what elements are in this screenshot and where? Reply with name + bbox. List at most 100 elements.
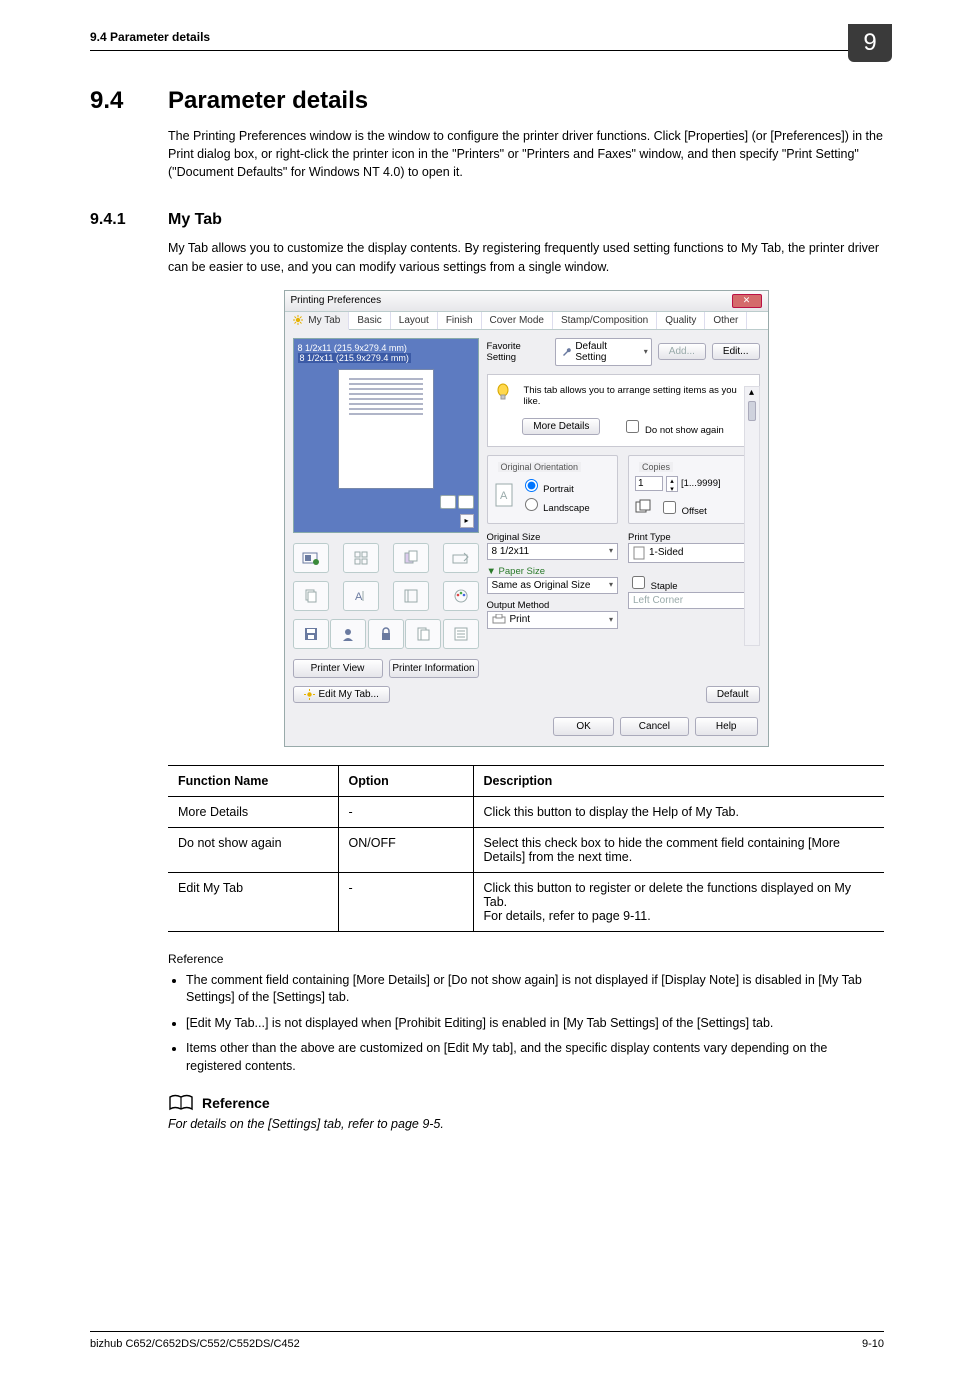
edit-my-tab-button[interactable]: Edit My Tab... bbox=[293, 686, 390, 703]
tab-basic[interactable]: Basic bbox=[349, 312, 390, 329]
header-section-line: 9.4 Parameter details bbox=[90, 30, 884, 50]
cell-opt: ON/OFF bbox=[338, 827, 473, 872]
copies-spinner[interactable]: ▴▾ [1...9999] bbox=[635, 476, 721, 492]
th-description: Description bbox=[473, 765, 884, 796]
heading-number: 9.4 bbox=[90, 87, 168, 115]
shortcut-font-icon[interactable]: A bbox=[343, 581, 379, 611]
shortcut-copy-icon[interactable] bbox=[393, 543, 429, 573]
tab-quality[interactable]: Quality bbox=[657, 312, 705, 329]
heading-9-4: 9.4 Parameter details bbox=[90, 87, 884, 115]
tab-stamp[interactable]: Stamp/Composition bbox=[553, 312, 657, 329]
title-bar: Printing Preferences ✕ bbox=[285, 291, 768, 312]
printer-icon bbox=[492, 614, 506, 626]
table-row: Edit My Tab - Click this button to regis… bbox=[168, 872, 884, 931]
shortcut-lock-icon[interactable] bbox=[368, 619, 404, 649]
cell-desc: Click this button to display the Help of… bbox=[473, 796, 884, 827]
th-function-name: Function Name bbox=[168, 765, 338, 796]
copies-title: Copies bbox=[639, 462, 673, 472]
more-details-button[interactable]: More Details bbox=[522, 418, 600, 435]
paper-size-select[interactable]: Same as Original Size bbox=[487, 577, 619, 594]
shortcut-output-icon[interactable] bbox=[443, 543, 479, 573]
offset-input[interactable] bbox=[663, 501, 676, 514]
tab-label: My Tab bbox=[308, 315, 340, 326]
th-option: Option bbox=[338, 765, 473, 796]
svg-text:A: A bbox=[500, 490, 508, 502]
default-button[interactable]: Default bbox=[706, 686, 760, 703]
tab-finish[interactable]: Finish bbox=[438, 312, 482, 329]
table-row: More Details - Click this button to disp… bbox=[168, 796, 884, 827]
favorite-setting-combo[interactable]: Default Setting bbox=[555, 338, 652, 366]
bulb-icon bbox=[496, 383, 510, 401]
close-icon[interactable]: ✕ bbox=[732, 294, 762, 308]
edit-button[interactable]: Edit... bbox=[712, 343, 760, 360]
portrait-input[interactable] bbox=[525, 479, 538, 492]
preview-size-1: 8 1/2x11 (215.9x279.4 mm) bbox=[298, 343, 474, 353]
cancel-button[interactable]: Cancel bbox=[620, 717, 689, 736]
add-button[interactable]: Add... bbox=[658, 343, 706, 360]
do-not-show-input[interactable] bbox=[626, 420, 639, 433]
sun-icon bbox=[304, 689, 315, 700]
footer-page-number: 9-10 bbox=[862, 1338, 884, 1350]
window-title: Printing Preferences bbox=[291, 295, 382, 306]
reference-subhead: Reference bbox=[168, 952, 884, 966]
copies-group: Copies ▴▾ [1...9999] Offset bbox=[628, 455, 760, 524]
spin-buttons[interactable]: ▴▾ bbox=[666, 476, 678, 492]
preview-toggle-icon[interactable]: ▸ bbox=[460, 514, 474, 528]
print-type-label: Print Type bbox=[628, 532, 760, 543]
original-size-select[interactable]: 8 1/2x11 bbox=[487, 543, 619, 560]
page-header: 9.4 Parameter details 9 bbox=[90, 0, 884, 51]
ok-button[interactable]: OK bbox=[553, 717, 613, 736]
landscape-radio[interactable]: Landscape bbox=[520, 503, 590, 514]
offset-icon bbox=[635, 499, 653, 515]
output-method-select[interactable]: Print bbox=[487, 611, 619, 629]
shortcut-grid-icon[interactable] bbox=[343, 543, 379, 573]
output-method-label: Output Method bbox=[487, 600, 619, 611]
tab-my-tab[interactable]: My Tab bbox=[285, 312, 350, 330]
onesided-icon bbox=[633, 546, 645, 560]
cell-fn: Do not show again bbox=[168, 827, 338, 872]
book-icon bbox=[168, 1093, 194, 1113]
tab-layout[interactable]: Layout bbox=[391, 312, 438, 329]
printer-view-button[interactable]: Printer View bbox=[293, 659, 383, 678]
printer-information-button[interactable]: Printer Information bbox=[389, 659, 479, 678]
tab-other[interactable]: Other bbox=[705, 312, 747, 329]
vertical-scrollbar[interactable]: ▴ bbox=[744, 386, 760, 646]
shortcut-list-icon[interactable] bbox=[443, 619, 479, 649]
shortcut-margin-icon[interactable] bbox=[393, 581, 429, 611]
preview-size-2: 8 1/2x11 (215.9x279.4 mm) bbox=[298, 353, 411, 363]
page-footer: bizhub C652/C652DS/C552/C552DS/C452 9-10 bbox=[90, 1331, 884, 1380]
staple-corner-select[interactable]: Left Corner bbox=[628, 592, 760, 609]
preview-column: 8 1/2x11 (215.9x279.4 mm) 8 1/2x11 (215.… bbox=[293, 338, 479, 678]
shortcut-doc2-icon[interactable] bbox=[405, 619, 441, 649]
print-type-select[interactable]: 1-Sided bbox=[628, 543, 760, 563]
shortcut-save-icon[interactable] bbox=[293, 619, 329, 649]
shortcut-tray-icon[interactable] bbox=[293, 543, 329, 573]
preview-sheet bbox=[338, 369, 434, 489]
offset-checkbox[interactable]: Offset bbox=[659, 498, 707, 517]
wrench-icon bbox=[560, 346, 571, 358]
tab-cover-mode[interactable]: Cover Mode bbox=[482, 312, 553, 329]
shortcut-color-icon[interactable] bbox=[443, 581, 479, 611]
table-row: Do not show again ON/OFF Select this che… bbox=[168, 827, 884, 872]
portrait-radio[interactable]: Portrait bbox=[520, 484, 574, 495]
staple-checkbox[interactable]: Staple bbox=[628, 573, 760, 592]
shortcut-user-icon[interactable] bbox=[330, 619, 366, 649]
copies-input[interactable] bbox=[635, 476, 663, 491]
do-not-show-checkbox[interactable]: Do not show again bbox=[622, 417, 723, 436]
staple-input[interactable] bbox=[632, 576, 645, 589]
heading-title: Parameter details bbox=[168, 87, 368, 115]
shortcut-icon-grid: A bbox=[293, 543, 479, 649]
help-button[interactable]: Help bbox=[695, 717, 758, 736]
paper-size-label: ▼ Paper Size bbox=[487, 566, 619, 577]
chapter-badge: 9 bbox=[848, 24, 892, 62]
cell-opt: - bbox=[338, 796, 473, 827]
settings-column: Favorite Setting Default Setting Add... … bbox=[487, 338, 760, 678]
function-table: Function Name Option Description More De… bbox=[168, 765, 884, 932]
cell-opt: - bbox=[338, 872, 473, 931]
reference-text: For details on the [Settings] tab, refer… bbox=[168, 1117, 884, 1131]
preview-mini-icons bbox=[298, 495, 474, 512]
reference-label: Reference bbox=[202, 1095, 270, 1111]
shortcut-stack-icon[interactable] bbox=[293, 581, 329, 611]
favorite-setting-label: Favorite Setting bbox=[487, 341, 550, 363]
landscape-input[interactable] bbox=[525, 498, 538, 511]
